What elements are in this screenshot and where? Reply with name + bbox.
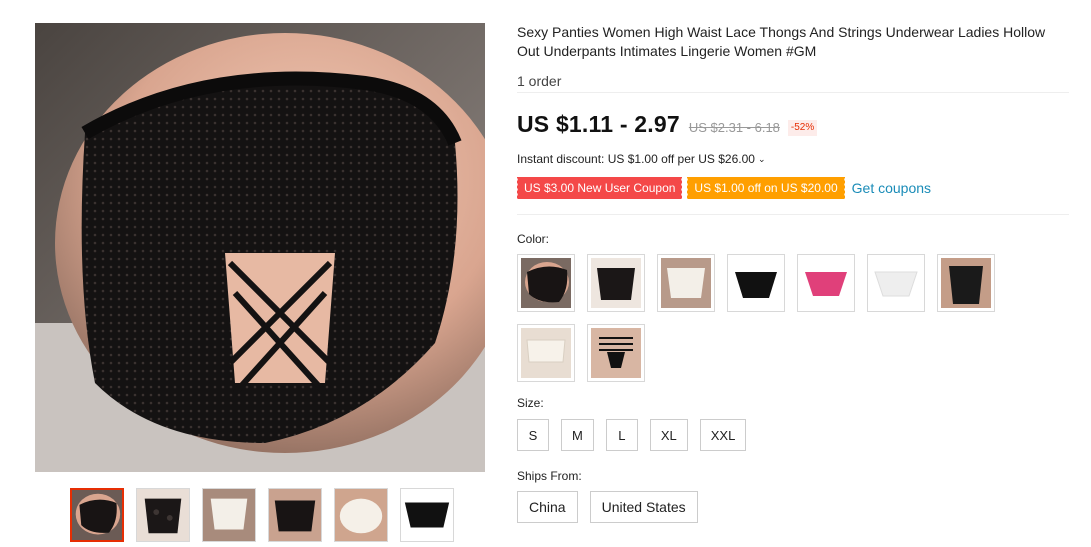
get-coupons-link[interactable]: Get coupons [852,180,931,196]
color-swatch[interactable] [517,254,575,312]
order-count: 1 order [517,73,562,89]
ships-from-label: Ships From: [517,469,582,483]
size-label: Size: [517,396,544,410]
color-label: Color: [517,232,550,246]
ships-from-united-states[interactable]: United States [589,491,698,523]
discount-badge: -52% [787,120,818,136]
store-coupon[interactable]: US $1.00 off on US $20.00 [686,177,845,199]
size-option-m[interactable]: M [561,419,594,451]
new-user-coupon[interactable]: US $3.00 New User Coupon [515,177,683,199]
original-price: US $2.31 - 6.18 [688,120,780,135]
thumbnail-2[interactable] [136,488,190,542]
color-swatch[interactable] [517,324,575,382]
thumbnail-4[interactable] [268,488,322,542]
thumbnail-6[interactable] [400,488,454,542]
color-swatch[interactable] [727,254,785,312]
color-swatch[interactable] [867,254,925,312]
color-swatch[interactable] [797,254,855,312]
price-row: US $1.11 - 2.97 US $2.31 - 6.18 -52% [517,111,1069,138]
ships-from-china[interactable]: China [517,491,578,523]
size-option-l[interactable]: L [605,419,638,451]
instant-discount-text: Instant discount: US $1.00 off per US $2… [517,152,755,166]
size-options: S M L XL XXL [517,419,1069,451]
size-option-xl[interactable]: XL [649,419,688,451]
size-option-s[interactable]: S [517,419,549,451]
main-product-image[interactable] [35,23,485,472]
color-swatch[interactable] [657,254,715,312]
thumbnail-strip [70,488,454,542]
divider [517,92,1069,93]
size-option-xxl[interactable]: XXL [699,419,747,451]
product-title: Sexy Panties Women High Waist Lace Thong… [517,24,1046,59]
thumbnail-3[interactable] [202,488,256,542]
product-details: Sexy Panties Women High Waist Lace Thong… [515,23,1069,523]
color-swatch[interactable] [937,254,995,312]
chevron-down-icon: ⌄ [757,154,766,164]
current-price: US $1.11 - 2.97 [517,111,680,137]
instant-discount[interactable]: Instant discount: US $1.00 off per US $2… [517,151,1069,167]
coupon-row: US $3.00 New User Coupon US $1.00 off on… [515,176,1069,200]
product-photo [35,23,485,472]
thumbnail-5[interactable] [334,488,388,542]
ships-from-options: China United States [517,491,1069,523]
thumbnail-1[interactable] [70,488,124,542]
divider [517,214,1069,215]
color-swatch[interactable] [587,254,645,312]
color-swatch[interactable] [587,324,645,382]
color-swatches [517,254,1017,394]
